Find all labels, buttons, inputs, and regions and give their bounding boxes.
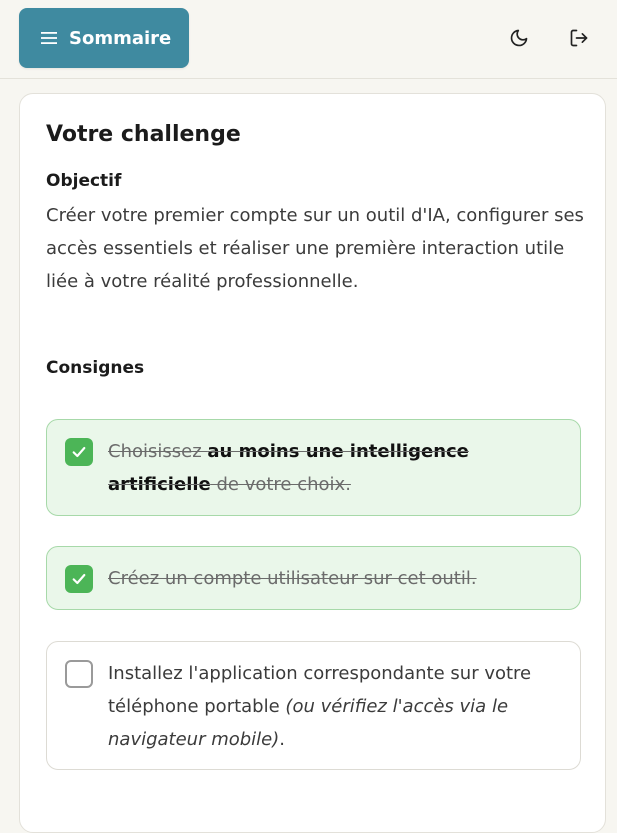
task-text: Créez un compte utilisateur sur cet outi… [108,568,477,589]
objective-label: Objectif [46,171,122,191]
task-checkbox[interactable] [65,565,93,593]
task-text: Installez l'application correspondante s… [108,663,532,750]
summary-menu-button[interactable]: Sommaire [19,8,189,68]
top-bar: Sommaire [0,0,617,79]
moon-icon[interactable] [507,26,531,50]
task-text: Choisissez au moins une intelligence art… [108,441,469,495]
task-checkbox[interactable] [65,438,93,466]
challenge-card: Votre challenge Objectif Créer votre pre… [19,93,606,833]
task-checkbox[interactable] [65,660,93,688]
card-title: Votre challenge [46,122,241,147]
task-item[interactable]: Créez un compte utilisateur sur cet outi… [46,546,581,610]
task-item[interactable]: Choisissez au moins une intelligence art… [46,419,581,516]
check-icon [72,573,86,585]
hamburger-icon [41,29,59,47]
check-icon [72,446,86,458]
logout-icon[interactable] [567,26,591,50]
summary-menu-label: Sommaire [69,27,172,49]
task-item[interactable]: Installez l'application correspondante s… [46,641,581,770]
objective-text: Créer votre premier compte sur un outil … [46,205,584,292]
instructions-label: Consignes [46,358,145,378]
